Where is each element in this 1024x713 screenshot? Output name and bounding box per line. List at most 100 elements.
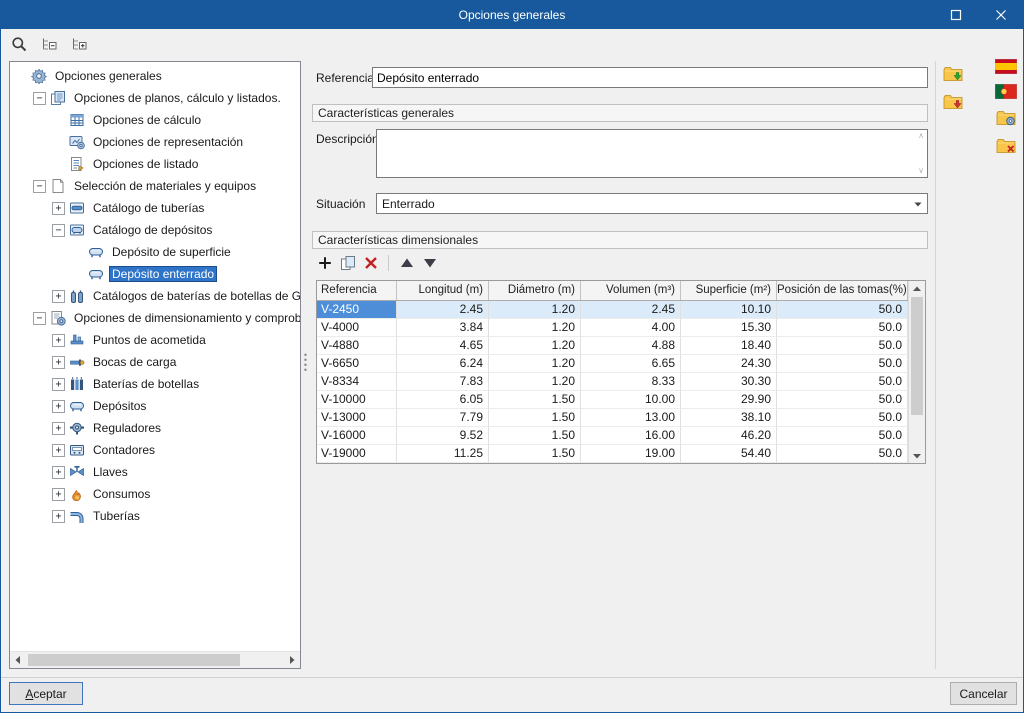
tree-item-contadores[interactable]: +Contadores <box>10 439 300 461</box>
table-cell[interactable]: V-13000 <box>317 409 397 427</box>
referencia-input[interactable] <box>372 67 928 88</box>
expand-toggle-icon[interactable]: + <box>52 356 65 369</box>
table-cell[interactable]: 50.0 <box>777 391 908 409</box>
collapse-toggle-icon[interactable]: − <box>33 312 46 325</box>
table-cell[interactable]: 50.0 <box>777 373 908 391</box>
table-row-v-8334[interactable]: V-83347.831.208.3330.3050.0 <box>317 373 908 391</box>
table-cell[interactable]: 50.0 <box>777 427 908 445</box>
expand-toggle-icon[interactable]: + <box>52 290 65 303</box>
table-cell[interactable]: 50.0 <box>777 319 908 337</box>
table-vertical-scrollbar[interactable] <box>908 281 925 463</box>
table-cell[interactable]: V-2450 <box>317 301 397 319</box>
table-row-v-13000[interactable]: V-130007.791.5013.0038.1050.0 <box>317 409 908 427</box>
table-cell[interactable]: V-4000 <box>317 319 397 337</box>
table-cell[interactable]: 18.40 <box>681 337 777 355</box>
table-row-v-6650[interactable]: V-66506.241.206.6524.3050.0 <box>317 355 908 373</box>
table-cell[interactable]: 50.0 <box>777 445 908 463</box>
chevron-down-icon[interactable] <box>909 194 927 213</box>
table-cell[interactable]: 1.20 <box>489 337 581 355</box>
expand-tree-button[interactable] <box>69 34 89 54</box>
tree-item-opciones-de-calculo[interactable]: Opciones de cálculo <box>10 109 300 131</box>
table-cell[interactable]: 10.00 <box>581 391 681 409</box>
scrollbar-thumb[interactable] <box>28 654 240 666</box>
catalog-settings-button[interactable] <box>994 107 1018 129</box>
table-cell[interactable]: V-19000 <box>317 445 397 463</box>
table-cell[interactable]: 1.50 <box>489 391 581 409</box>
table-cell[interactable]: 6.65 <box>581 355 681 373</box>
expand-toggle-icon[interactable]: + <box>52 400 65 413</box>
table-cell[interactable]: 11.25 <box>397 445 489 463</box>
table-cell[interactable]: 8.33 <box>581 373 681 391</box>
maximize-button[interactable] <box>933 1 978 29</box>
tree-item-bocas-de-carga[interactable]: +Bocas de carga <box>10 351 300 373</box>
language-portugal-button[interactable] <box>994 80 1018 102</box>
scroll-left-button[interactable] <box>10 652 26 668</box>
table-cell[interactable]: 46.20 <box>681 427 777 445</box>
tree-item-tuberias[interactable]: +Tuberías <box>10 505 300 527</box>
tree-item-catalogo-de-depositos[interactable]: −Catálogo de depósitos <box>10 219 300 241</box>
expand-toggle-icon[interactable]: + <box>52 444 65 457</box>
table-row-v-10000[interactable]: V-100006.051.5010.0029.9050.0 <box>317 391 908 409</box>
expand-toggle-icon[interactable]: + <box>52 510 65 523</box>
titlebar[interactable]: Opciones generales <box>1 1 1023 29</box>
add-row-button[interactable] <box>316 255 333 272</box>
collapse-toggle-icon[interactable]: − <box>52 224 65 237</box>
table-cell[interactable]: 1.50 <box>489 409 581 427</box>
delete-row-button[interactable] <box>362 255 379 272</box>
expand-toggle-icon[interactable]: + <box>52 378 65 391</box>
tree-item-reguladores[interactable]: +Reguladores <box>10 417 300 439</box>
table-cell[interactable]: 1.20 <box>489 301 581 319</box>
table-cell[interactable]: V-4880 <box>317 337 397 355</box>
table-cell[interactable]: 30.30 <box>681 373 777 391</box>
tree-item-seleccion-de-materiales-y-equipos[interactable]: −Selección de materiales y equipos <box>10 175 300 197</box>
tree-item-opciones-de-dimensionamiento-y-comprobacion[interactable]: −Opciones de dimensionamiento y comproba… <box>10 307 300 329</box>
tree-item-opciones-generales[interactable]: Opciones generales <box>10 65 300 87</box>
collapse-toggle-icon[interactable]: − <box>33 180 46 193</box>
tree-item-depositos[interactable]: +Depósitos <box>10 395 300 417</box>
tree-item-deposito-enterrado[interactable]: Depósito enterrado <box>10 263 300 285</box>
table-cell[interactable]: 29.90 <box>681 391 777 409</box>
table-cell[interactable]: 13.00 <box>581 409 681 427</box>
table-cell[interactable]: 19.00 <box>581 445 681 463</box>
move-up-button[interactable] <box>398 255 415 272</box>
scrollbar-thumb[interactable] <box>911 297 923 415</box>
cancel-button[interactable]: Cancelar <box>950 682 1017 705</box>
tree-item-catalogos-de-baterias-de-botellas-de-glp[interactable]: +Catálogos de baterías de botellas de GL… <box>10 285 300 307</box>
tree-item-opciones-de-representacion[interactable]: Opciones de representación <box>10 131 300 153</box>
table-cell[interactable]: V-16000 <box>317 427 397 445</box>
collapse-tree-button[interactable] <box>39 34 59 54</box>
expand-toggle-icon[interactable]: + <box>52 466 65 479</box>
table-cell[interactable]: 2.45 <box>581 301 681 319</box>
expand-toggle-icon[interactable]: + <box>52 202 65 215</box>
table-cell[interactable]: 1.20 <box>489 319 581 337</box>
accept-button[interactable]: Aceptar <box>9 682 83 705</box>
collapse-toggle-icon[interactable]: − <box>33 92 46 105</box>
table-cell[interactable]: V-10000 <box>317 391 397 409</box>
table-cell[interactable]: 6.05 <box>397 391 489 409</box>
table-cell[interactable]: 50.0 <box>777 301 908 319</box>
tree-item-opciones-de-listado[interactable]: Opciones de listado <box>10 153 300 175</box>
table-cell[interactable]: 6.24 <box>397 355 489 373</box>
close-button[interactable] <box>978 1 1023 29</box>
table-cell[interactable]: V-6650 <box>317 355 397 373</box>
language-spain-button[interactable] <box>994 55 1018 77</box>
expand-toggle-icon[interactable]: + <box>52 488 65 501</box>
table-cell[interactable]: 7.83 <box>397 373 489 391</box>
scroll-up-button[interactable] <box>909 281 925 296</box>
table-cell[interactable]: 1.20 <box>489 373 581 391</box>
tree-item-llaves[interactable]: +Llaves <box>10 461 300 483</box>
table-row-v-2450[interactable]: V-24502.451.202.4510.1050.0 <box>317 301 908 319</box>
table-cell[interactable]: 4.65 <box>397 337 489 355</box>
table-cell[interactable]: 54.40 <box>681 445 777 463</box>
table-row-v-16000[interactable]: V-160009.521.5016.0046.2050.0 <box>317 427 908 445</box>
scroll-down-button[interactable] <box>909 448 925 463</box>
search-button[interactable] <box>9 34 29 54</box>
catalog-delete-button[interactable] <box>994 135 1018 157</box>
tree-item-baterias-de-botellas[interactable]: +Baterías de botellas <box>10 373 300 395</box>
tree-item-puntos-de-acometida[interactable]: +Puntos de acometida <box>10 329 300 351</box>
copy-row-button[interactable] <box>339 255 356 272</box>
table-cell[interactable]: 16.00 <box>581 427 681 445</box>
table-cell[interactable]: 38.10 <box>681 409 777 427</box>
panel-splitter[interactable]: •••• <box>302 353 309 379</box>
table-cell[interactable]: 50.0 <box>777 337 908 355</box>
